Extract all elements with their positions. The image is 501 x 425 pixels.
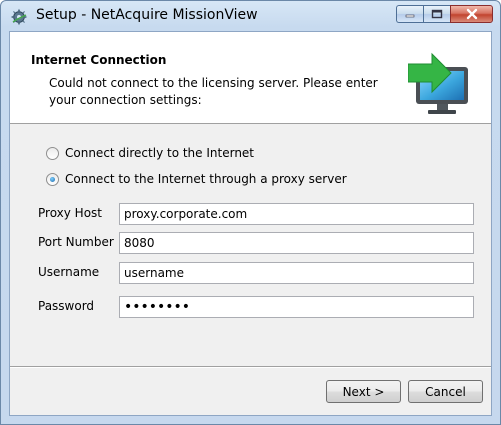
proxy-host-input[interactable]	[119, 203, 474, 225]
footer-divider	[10, 366, 491, 368]
proxy-host-row: Proxy Host	[38, 203, 481, 225]
connect-proxy-label: Connect to the Internet through a proxy …	[65, 172, 347, 186]
connect-directly-option[interactable]: Connect directly to the Internet	[46, 144, 254, 162]
window-controls	[396, 5, 493, 25]
password-input[interactable]	[119, 296, 474, 318]
connect-proxy-option[interactable]: Connect to the Internet through a proxy …	[46, 170, 347, 188]
cancel-button[interactable]: Cancel	[408, 380, 483, 403]
connect-directly-radio[interactable]	[46, 146, 59, 160]
window-title: Setup - NetAcquire MissionView	[36, 7, 258, 23]
next-button[interactable]: Next >	[326, 380, 401, 403]
setup-window: Setup - NetAcquire MissionView Internet …	[0, 0, 501, 425]
maximize-button[interactable]	[423, 5, 450, 23]
password-row: Password	[38, 296, 481, 318]
username-input[interactable]	[119, 262, 474, 284]
dialog-body: Internet Connection Could not connect to…	[9, 31, 492, 416]
page-description: Could not connect to the licensing serve…	[49, 76, 378, 107]
maximize-icon	[431, 9, 443, 19]
page-title: Internet Connection	[31, 53, 167, 67]
title-bar[interactable]: Setup - NetAcquire MissionView	[1, 1, 500, 31]
port-number-input[interactable]	[119, 232, 474, 254]
minimize-button[interactable]	[396, 5, 423, 23]
header-panel: Internet Connection Could not connect to…	[10, 32, 491, 124]
monitor-arrow-icon	[408, 52, 468, 114]
password-label: Password	[38, 299, 95, 313]
proxy-host-label: Proxy Host	[38, 206, 103, 220]
close-button[interactable]	[450, 5, 493, 23]
connect-directly-label: Connect directly to the Internet	[65, 146, 255, 160]
minimize-icon	[405, 14, 415, 18]
port-number-label: Port Number	[38, 235, 114, 249]
setup-gear-icon	[10, 8, 28, 26]
username-row: Username	[38, 262, 481, 284]
connect-proxy-radio[interactable]	[46, 172, 59, 186]
close-icon	[466, 8, 477, 20]
username-label: Username	[38, 265, 100, 279]
port-number-row: Port Number	[38, 232, 481, 254]
